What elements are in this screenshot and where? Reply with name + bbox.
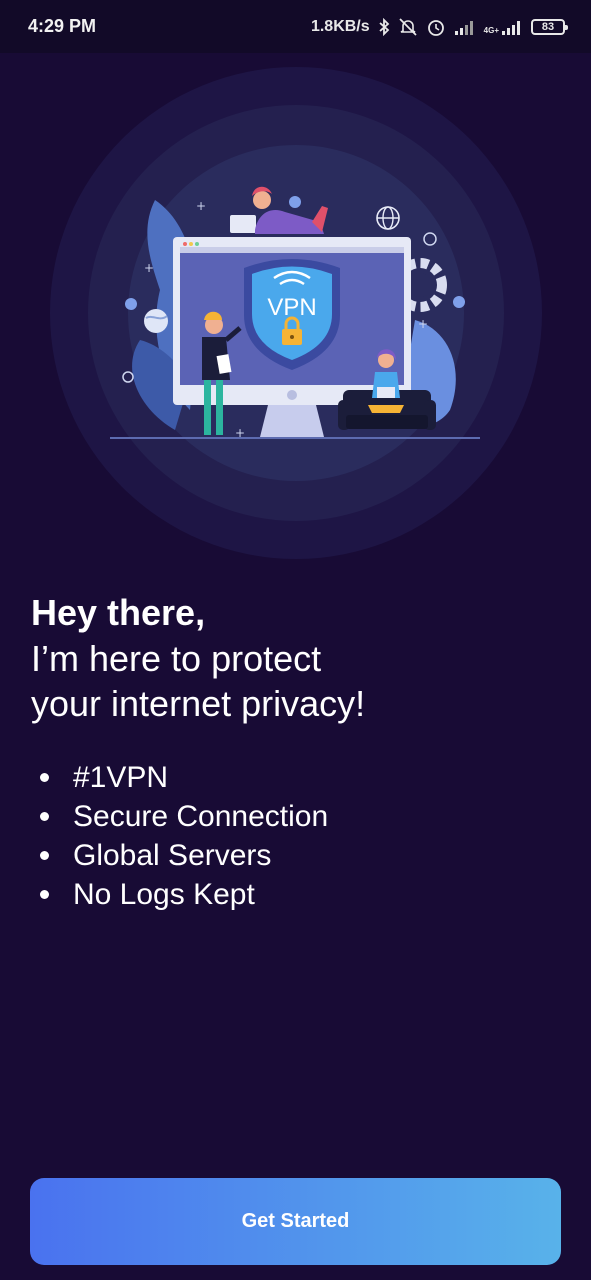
battery-icon: 83 — [531, 18, 568, 35]
status-time: 4:29 PM — [28, 16, 97, 36]
bullet-icon — [40, 890, 49, 899]
hero-illustration: + + + + VPN — [0, 53, 591, 573]
feature-item: #1VPN — [40, 758, 328, 797]
feature-item: No Logs Kept — [40, 875, 328, 914]
tagline-line-1: I’m here to protect — [31, 638, 322, 679]
feature-label: #1VPN — [73, 761, 169, 794]
svg-text:+: + — [144, 261, 154, 275]
feature-label: Global Servers — [73, 839, 272, 872]
feature-label: No Logs Kept — [73, 878, 255, 911]
svg-text:+: + — [418, 317, 428, 331]
mute-bell-icon — [399, 17, 417, 36]
battery-level: 83 — [541, 20, 555, 33]
feature-list: #1VPN Secure Connection Global Servers N… — [40, 758, 328, 914]
feature-item: Secure Connection — [40, 797, 328, 836]
vpn-illustration: + + + + VPN — [50, 67, 542, 559]
greeting: Hey there, — [31, 592, 206, 633]
get-started-button[interactable]: Get Started — [30, 1178, 561, 1265]
signal-icon-2 — [502, 20, 520, 35]
bluetooth-icon — [379, 17, 389, 36]
svg-text:+: + — [196, 199, 206, 213]
status-bar: 4:29 PM 1.8KB/s 4G+ 83 — [0, 0, 591, 53]
bullet-icon — [40, 773, 49, 782]
feature-label: Secure Connection — [73, 800, 329, 833]
alarm-icon — [427, 19, 444, 36]
status-icons: 1.8KB/s 4G+ 83 — [310, 17, 568, 37]
network-type: 4G+ — [483, 25, 499, 35]
tagline-line-2: your internet privacy! — [31, 683, 366, 724]
signal-icon — [454, 20, 473, 35]
feature-item: Global Servers — [40, 836, 328, 875]
network-speed: 1.8KB/s — [310, 17, 370, 35]
intro-text: Hey there, I’m here to protect your inte… — [31, 590, 571, 726]
bullet-icon — [40, 851, 49, 860]
bullet-icon — [40, 812, 49, 821]
